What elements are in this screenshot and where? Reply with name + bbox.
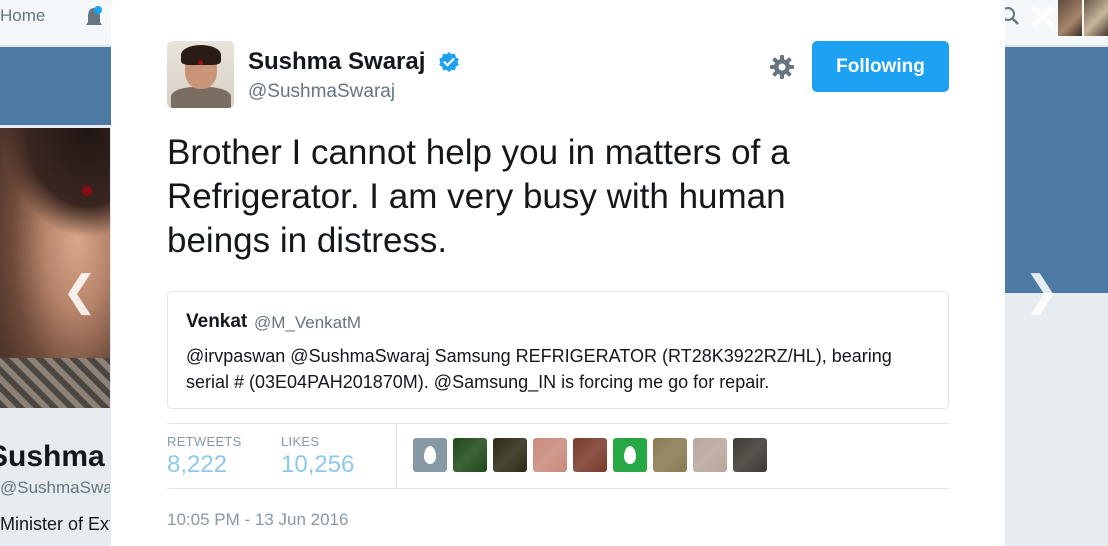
avatar[interactable] <box>1084 0 1108 36</box>
author-avatar[interactable] <box>167 41 234 108</box>
close-icon[interactable]: ✕ <box>1028 0 1058 36</box>
likes-count[interactable]: 10,256 <box>281 451 354 479</box>
liker-avatar[interactable] <box>573 438 607 472</box>
liker-default-egg-avatar[interactable] <box>613 438 647 472</box>
user-actions-gear-icon[interactable] <box>768 53 796 81</box>
tweet-text: Brother I cannot help you in matters of … <box>167 133 790 260</box>
previous-tweet-chevron-left-icon[interactable]: ❮ <box>62 270 97 312</box>
stats-divider-vertical <box>396 424 397 488</box>
profile-display-name: Sushma Swaraj <box>0 440 110 473</box>
following-button[interactable]: Following <box>812 41 949 92</box>
avatar-bindi <box>198 60 203 65</box>
quoted-tweet[interactable]: Venkat @M_VenkatM @irvpaswan @SushmaSwar… <box>167 291 949 409</box>
notifications-bell-icon[interactable] <box>84 6 104 32</box>
author-handle[interactable]: @SushmaSwaraj <box>248 81 395 103</box>
liked-by-avatars <box>413 438 767 472</box>
liker-avatar[interactable] <box>453 438 487 472</box>
verified-badge-icon <box>438 51 460 73</box>
retweets-label[interactable]: RETWEETS <box>167 434 242 449</box>
nav-home-link[interactable]: Home <box>0 6 45 26</box>
stats-divider-bottom <box>167 488 949 489</box>
quoted-author-handle[interactable]: @M_VenkatM <box>254 313 361 333</box>
liker-default-egg-avatar[interactable] <box>413 438 447 472</box>
profile-bio: Minister of External Affairs <box>0 514 110 534</box>
author-display-name[interactable]: Sushma Swaraj <box>248 48 425 76</box>
profile-handle: @SushmaSwaraj <box>0 478 110 497</box>
liker-avatar[interactable] <box>493 438 527 472</box>
profile-photo-bindi <box>82 186 92 196</box>
stats-divider-top <box>167 423 949 424</box>
liker-avatar[interactable] <box>653 438 687 472</box>
profile-photo-sari <box>0 358 110 408</box>
likes-label[interactable]: LIKES <box>281 434 319 449</box>
account-avatars[interactable] <box>1058 0 1108 36</box>
profile-photo-hair <box>0 128 110 238</box>
tweet-timestamp[interactable]: 10:05 PM - 13 Jun 2016 <box>167 510 348 530</box>
retweets-count[interactable]: 8,222 <box>167 451 227 479</box>
quoted-tweet-text: @irvpaswan @SushmaSwaraj Samsung REFRIGE… <box>186 346 892 392</box>
liker-avatar[interactable] <box>733 438 767 472</box>
avatar-body <box>171 87 231 108</box>
egg-icon <box>624 446 636 464</box>
egg-icon <box>424 446 436 464</box>
tweet-modal: Sushma Swaraj @SushmaSwaraj Following Br… <box>111 0 1005 546</box>
liker-avatar[interactable] <box>533 438 567 472</box>
liker-avatar[interactable] <box>693 438 727 472</box>
next-tweet-chevron-right-icon[interactable]: ❯ <box>1024 270 1059 312</box>
avatar[interactable] <box>1058 0 1082 36</box>
quoted-author-name[interactable]: Venkat <box>186 311 247 333</box>
